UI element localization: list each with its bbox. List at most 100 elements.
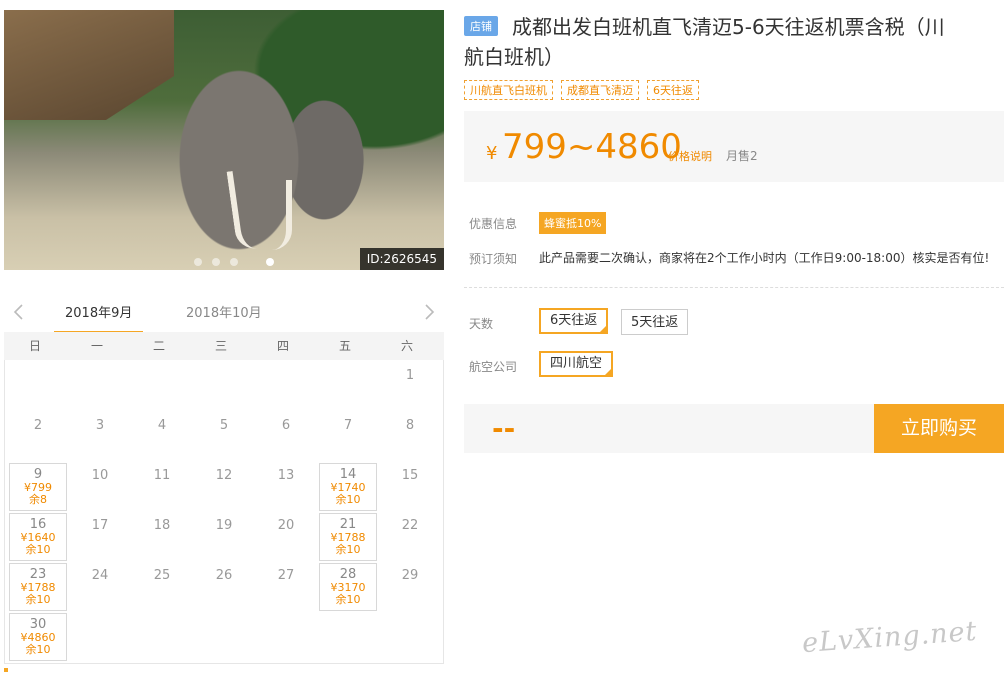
weekday: 五: [338, 339, 351, 353]
tag: 川航直飞白班机: [464, 80, 553, 100]
calendar-day-available[interactable]: 14 ¥1740 余10: [319, 463, 377, 511]
day-number: 4: [157, 418, 167, 433]
calendar-day: 13: [257, 463, 315, 511]
calendar-day: 8: [381, 413, 439, 461]
calendar-day: 11: [133, 463, 191, 511]
chevron-left-icon: [13, 304, 23, 320]
calendar-day: 10: [71, 463, 129, 511]
day-remaining: 余10: [25, 543, 51, 556]
pager-dot[interactable]: [194, 258, 202, 266]
airline-label: 航空公司: [469, 360, 518, 374]
day-number: 30: [29, 617, 47, 632]
weekday: 二: [152, 339, 165, 353]
day-number: 22: [401, 518, 419, 533]
day-number: 18: [153, 518, 171, 533]
calendar-day: 18: [133, 513, 191, 561]
price-box: ¥ 799~4860 价格说明 月售2: [464, 111, 1004, 182]
calendar-day-available[interactable]: 21 ¥1788 余10: [319, 513, 377, 561]
day-remaining: 余10: [335, 543, 361, 556]
buy-now-button[interactable]: 立即购买: [874, 404, 1004, 453]
day-number: 29: [401, 568, 419, 583]
day-remaining: 余8: [29, 493, 47, 506]
discount-label: 优惠信息: [469, 217, 518, 231]
calendar-day: 24: [71, 563, 129, 611]
day-number: 24: [91, 568, 109, 583]
monthly-sales: 月售2: [726, 149, 758, 163]
day-number: 11: [153, 468, 171, 483]
calendar-day-available[interactable]: 16 ¥1640 余10: [9, 513, 67, 561]
photo-id-label: ID:2626545: [359, 248, 444, 270]
photo-pager[interactable]: [194, 258, 274, 266]
day-number: 16: [29, 517, 47, 532]
days-option-5[interactable]: 5天往返: [621, 309, 689, 335]
shop-badge[interactable]: 店铺: [464, 16, 498, 36]
airline-option-sichuan[interactable]: 四川航空: [539, 351, 614, 377]
price-note-link[interactable]: 价格说明: [668, 148, 712, 164]
calendar-day: 17: [71, 513, 129, 561]
calendar-day: 6: [257, 413, 315, 461]
day-number: 2: [33, 418, 43, 433]
notice-text: 此产品需要二次确认，商家将在2个工作小时内（工作日9:00-18:00）核实是否…: [539, 251, 990, 265]
pager-dot[interactable]: [230, 258, 238, 266]
day-number: 5: [219, 418, 229, 433]
day-number: 17: [91, 518, 109, 533]
calendar-day: 22: [381, 513, 439, 561]
tab-month-oct[interactable]: 2018年10月: [186, 302, 262, 321]
day-number: 21: [339, 517, 357, 532]
calendar-day: 3: [71, 413, 129, 461]
title-line-2: 航白班机）: [464, 45, 564, 69]
discount-badge: 蜂蜜抵10%: [539, 212, 607, 234]
day-number: 3: [95, 418, 105, 433]
calendar-day-available[interactable]: 23 ¥1788 余10: [9, 563, 67, 611]
days-option-6[interactable]: 6天往返: [539, 308, 609, 334]
weekday: 四: [276, 339, 289, 353]
product-photo[interactable]: ID:2626545: [4, 10, 444, 270]
day-number: 14: [339, 467, 357, 482]
day-number: 6: [281, 418, 291, 433]
calendar-day-available[interactable]: 9 ¥799 余8: [9, 463, 67, 511]
prev-month-button[interactable]: [10, 302, 30, 322]
calendar-day: 15: [381, 463, 439, 511]
weekday: 日: [28, 339, 41, 353]
weekday-header: 日 一 二 三 四 五 六: [4, 332, 444, 360]
divider: [464, 287, 1004, 288]
product-tags: 川航直飞白班机 成都直飞清迈 6天往返: [464, 80, 699, 100]
buy-bar: --: [464, 404, 874, 453]
next-month-button[interactable]: [418, 302, 438, 322]
calendar-day: 4: [133, 413, 191, 461]
day-number: 25: [153, 568, 171, 583]
day-number: 23: [29, 567, 47, 582]
days-label: 天数: [469, 317, 494, 331]
chevron-right-icon: [425, 304, 435, 320]
pager-dot[interactable]: [212, 258, 220, 266]
tag: 成都直飞清迈: [561, 80, 639, 100]
day-remaining: 余10: [335, 493, 361, 506]
price-range: 799~4860: [502, 127, 682, 167]
pager-dot-active[interactable]: [266, 258, 274, 266]
calendar-day: 1: [381, 363, 439, 411]
tab-month-sep[interactable]: 2018年9月: [65, 302, 132, 321]
calendar-day: 2: [9, 413, 67, 461]
weekday: 一: [90, 339, 103, 353]
photo-scenery: [272, 180, 292, 250]
day-remaining: 余10: [25, 593, 51, 606]
title-line-1: 成都出发白班机直飞清迈5-6天往返机票含税（川: [512, 15, 945, 39]
product-title: 成都出发白班机直飞清迈5-6天往返机票含税（川 航白班机）: [464, 12, 997, 72]
calendar-day: 7: [319, 413, 377, 461]
calendar-day: 12: [195, 463, 253, 511]
day-number: 12: [215, 468, 233, 483]
calendar-day: 19: [195, 513, 253, 561]
calendar-nav: 2018年9月 2018年10月: [4, 296, 444, 332]
weekday: 三: [214, 339, 227, 353]
calendar-day-available[interactable]: 28 ¥3170 余10: [319, 563, 377, 611]
calendar-day: 25: [133, 563, 191, 611]
day-remaining: 余10: [335, 593, 361, 606]
day-number: 7: [343, 418, 353, 433]
day-number: 15: [401, 468, 419, 483]
calendar-day: 29: [381, 563, 439, 611]
calendar-day-available[interactable]: 30 ¥4860 余10: [9, 613, 67, 661]
photo-scenery: [226, 168, 258, 252]
currency-symbol: ¥: [486, 143, 498, 164]
day-number: 10: [91, 468, 109, 483]
day-number: 1: [405, 368, 415, 383]
